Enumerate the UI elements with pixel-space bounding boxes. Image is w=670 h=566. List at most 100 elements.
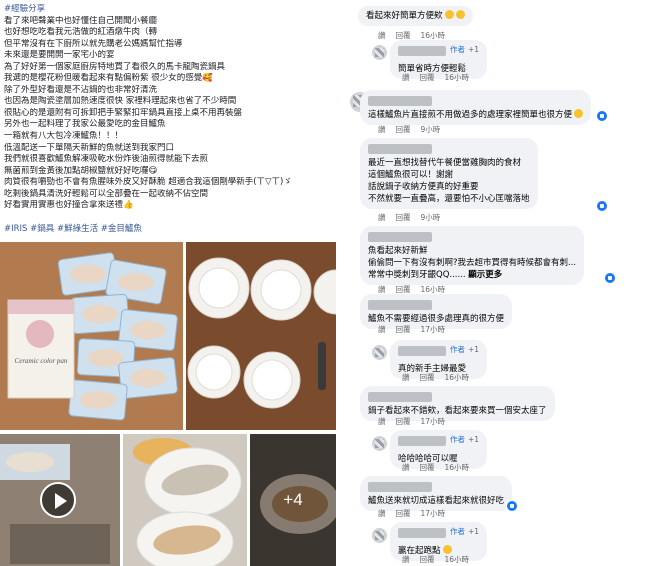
- timestamp[interactable]: 17小時: [421, 509, 446, 518]
- like-link[interactable]: 讚: [378, 325, 386, 334]
- post-line: 我們就很喜歡鱸魚解凍吸乾水份炸後油煎得就能下去煎: [4, 154, 209, 165]
- like-link[interactable]: 讚: [402, 463, 410, 472]
- reply-link[interactable]: 回覆: [396, 31, 411, 40]
- timestamp[interactable]: 16小時: [445, 463, 470, 472]
- fish-plate-illustration: [123, 434, 247, 566]
- post-line: 低溫配送一下單隔天新鮮的魚就送到我家門口: [4, 142, 175, 153]
- comment-text-line: 話說鍋子收納方便真的好重要: [368, 182, 479, 192]
- timestamp[interactable]: 16小時: [421, 31, 446, 40]
- commenter-name-redacted[interactable]: [398, 346, 446, 356]
- post-line: 為了好好第一個家庭廚房特地買了看很久的馬卡龍陶瓷鍋具: [4, 61, 226, 72]
- comment-text: 鱸魚不需要經過很多處理真的很方便: [368, 314, 505, 324]
- post-body: #經驗分享 看了來吧聲業中也好懂住自己開聞小餐廳 也好想吃吃看我元浩做的紅酒燉牛…: [4, 4, 336, 212]
- commenter-name-redacted[interactable]: [368, 392, 432, 402]
- commenter-name-redacted[interactable]: [368, 96, 432, 106]
- post-line: 吃剩後鍋具清洗好輕鬆可以全部疊在一起收納不佔空間: [4, 188, 209, 199]
- comment-text: 鍋子看起來不錯欸，看起來要來買一個安太座了: [368, 406, 547, 416]
- reply-link[interactable]: 回覆: [396, 509, 411, 518]
- grin-emoji-icon: [444, 10, 454, 19]
- like-reaction-icon[interactable]: [596, 200, 608, 212]
- commenter-name-redacted[interactable]: [368, 232, 432, 242]
- photo-more[interactable]: +4: [250, 434, 336, 566]
- like-link[interactable]: 讚: [402, 555, 410, 564]
- comment-text-line: 魚看起來好新鮮: [368, 246, 428, 256]
- commenter-name-redacted[interactable]: [368, 482, 432, 492]
- more-photos-count[interactable]: +4: [250, 434, 336, 566]
- comment-meta: 讚 回覆 17小時: [378, 324, 455, 335]
- comment-text-line: 這個鱸魚很可以！謝謝: [368, 170, 454, 180]
- post-line: 好看實用實惠也好撞合拿來送禮👍: [4, 200, 134, 211]
- timestamp[interactable]: 16小時: [445, 73, 470, 82]
- comment-meta: 讚 回覆 16小時: [402, 72, 479, 83]
- like-reaction-icon[interactable]: [506, 500, 518, 512]
- like-link[interactable]: 讚: [378, 417, 386, 426]
- reply-link[interactable]: 回覆: [420, 373, 435, 382]
- grin-emoji-icon: [442, 545, 452, 554]
- post-hashtag-line[interactable]: #經驗分享: [4, 4, 336, 16]
- timestamp[interactable]: 16小時: [421, 285, 446, 294]
- post-line: 也好想吃吃看我元浩做的紅酒燉牛肉（轉: [4, 27, 158, 38]
- commenter-name-redacted[interactable]: [398, 46, 446, 56]
- badge-count: +1: [468, 45, 480, 54]
- photo-fish-packs[interactable]: Ceramic color pan: [0, 242, 183, 430]
- comment-meta: 讚 回覆 16小時: [402, 462, 479, 473]
- reply-link[interactable]: 回覆: [420, 463, 435, 472]
- reply-link[interactable]: 回覆: [396, 213, 411, 222]
- post-line: 未來還是要開開一家宅小的宴: [4, 50, 115, 61]
- post-line: 但平常沒有在下廚所以就先購老公媽媽幫忙指導: [4, 38, 183, 49]
- see-more-link[interactable]: 顯示更多: [468, 270, 502, 280]
- photo-cooked-fish[interactable]: [123, 434, 247, 566]
- badge-count: +1: [468, 345, 480, 354]
- like-link[interactable]: 讚: [378, 31, 386, 40]
- avatar[interactable]: [372, 436, 387, 451]
- comment-text: 這樣鱸魚片直接煎不用做過多的處理家裡簡單也很方便: [368, 110, 573, 120]
- comment-bubble: 魚看起來好新鮮 偷偷問一下有沒有刺啊?我去超市買得有時候都會有刺... 常常中獎…: [360, 226, 585, 285]
- comment-meta: 讚 回覆 9小時: [378, 212, 450, 223]
- comment-meta: 讚 回覆 9小時: [378, 124, 450, 135]
- commenter-name-redacted[interactable]: [398, 528, 446, 538]
- like-link[interactable]: 讚: [378, 285, 386, 294]
- reply-link[interactable]: 回覆: [420, 73, 435, 82]
- avatar[interactable]: [372, 45, 387, 60]
- like-link[interactable]: 讚: [378, 213, 386, 222]
- post-line: 無菌煎到金黃後加點胡椒鹽就好好吃囉😋: [4, 165, 158, 176]
- timestamp[interactable]: 9小時: [421, 213, 441, 222]
- reply-link[interactable]: 回覆: [420, 555, 435, 564]
- timestamp[interactable]: 16小時: [445, 373, 470, 382]
- avatar[interactable]: [372, 528, 387, 543]
- comments-section: 看起來好簡單方便欸 讚回覆 16小時 作者 +1 簡單省時方便輕鬆 讚回覆 16小時 …: [350, 0, 670, 566]
- post: #經驗分享 看了來吧聲業中也好懂住自己開聞小餐廳 也好想吃吃看我元浩做的紅酒燉牛…: [0, 0, 338, 566]
- video-thumbnail[interactable]: [0, 434, 120, 566]
- timestamp[interactable]: 9小時: [421, 125, 441, 134]
- reply-link[interactable]: 回覆: [396, 325, 411, 334]
- reply-link[interactable]: 回覆: [396, 285, 411, 294]
- author-badge: 作者: [450, 435, 465, 444]
- badge-count: +1: [468, 527, 480, 536]
- commenter-name-redacted[interactable]: [368, 300, 432, 310]
- timestamp[interactable]: 17小時: [421, 417, 446, 426]
- comment-text-line: 常常中獎刺到牙齦QQ......: [368, 270, 466, 280]
- timestamp[interactable]: 16小時: [445, 555, 470, 564]
- post-line: 一箱就有八大包冷凍鱸魚！！！: [4, 131, 124, 142]
- like-reaction-icon[interactable]: [596, 110, 608, 122]
- comment-meta: 讚 回覆 16小時: [402, 554, 479, 565]
- avatar[interactable]: [372, 345, 387, 360]
- like-link[interactable]: 讚: [378, 125, 386, 134]
- comment-bubble: 鱸魚送來就切成這樣看起來就很好吃: [360, 476, 513, 511]
- like-link[interactable]: 讚: [402, 73, 410, 82]
- timestamp[interactable]: 17小時: [421, 325, 446, 334]
- post-tags[interactable]: #IRIS #鍋具 #鮮綠生活 #金目鱸魚: [4, 222, 142, 234]
- like-link[interactable]: 讚: [402, 373, 410, 382]
- commenter-name-redacted[interactable]: [368, 144, 432, 154]
- commenter-name-redacted[interactable]: [398, 436, 446, 446]
- reply-link[interactable]: 回覆: [396, 125, 411, 134]
- like-reaction-icon[interactable]: [604, 272, 616, 284]
- comment-bubble: 看起來好簡單方便欸: [358, 6, 473, 26]
- like-link[interactable]: 讚: [378, 509, 386, 518]
- reply-link[interactable]: 回覆: [396, 417, 411, 426]
- product-box-title: Ceramic color pan: [14, 357, 68, 365]
- photo-pots-and-lids[interactable]: [186, 242, 336, 430]
- post-line: 很貼心的是還附有可拆卸把手緊緊扣牢鍋具直接上桌不用再裝盤: [4, 107, 243, 118]
- play-icon[interactable]: [40, 482, 76, 518]
- comment-bubble: 這樣鱸魚片直接煎不用做過多的處理家裡簡單也很方便: [360, 90, 592, 125]
